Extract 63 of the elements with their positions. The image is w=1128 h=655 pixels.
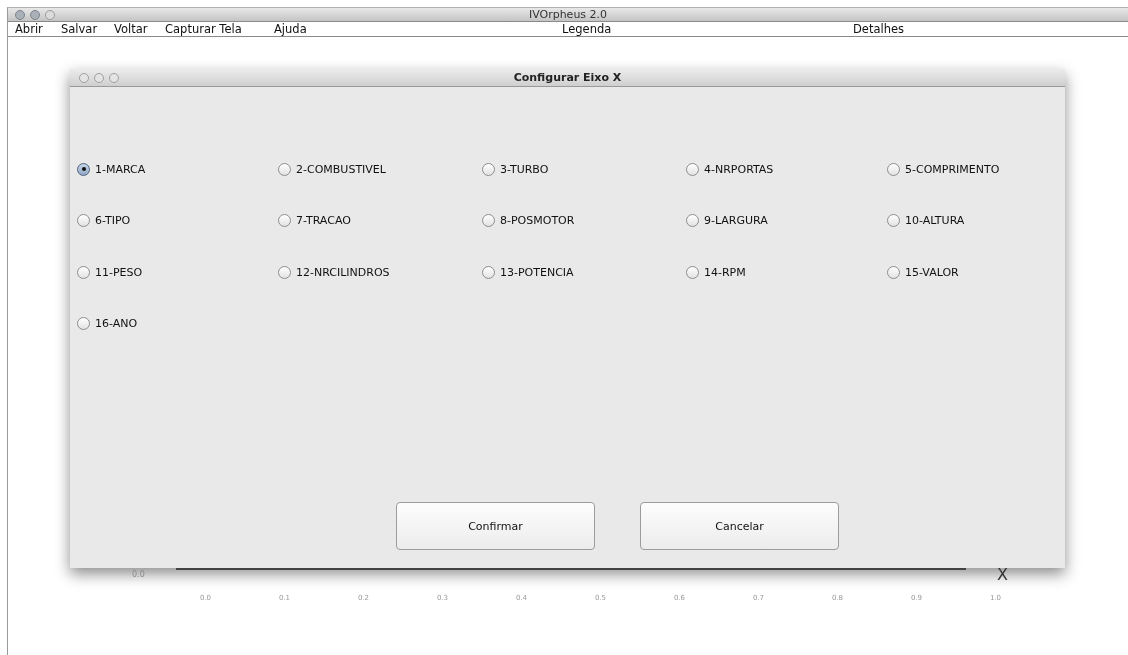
radio-option[interactable]: 13-POTENCIA: [482, 263, 686, 281]
dialog-button[interactable]: Confirmar: [396, 502, 595, 550]
radio-option[interactable]: 8-POSMOTOR: [482, 211, 686, 230]
radio-button[interactable]: [482, 162, 495, 176]
radio-button[interactable]: [686, 265, 699, 279]
radio-option[interactable]: 3-TURBO: [482, 160, 686, 178]
option-label: 13-POTENCIA: [500, 265, 574, 279]
radio-button[interactable]: [482, 265, 495, 279]
menu-item[interactable]: Salvar: [61, 22, 114, 36]
option-label: 1-MARCA: [95, 162, 146, 176]
radio-option[interactable]: 4-NRPORTAS: [686, 160, 887, 178]
window-controls-icon[interactable]: [78, 72, 122, 84]
menu-item[interactable]: Abrir: [15, 22, 61, 36]
option-label: 8-POSMOTOR: [500, 214, 575, 227]
radio-button[interactable]: [77, 162, 90, 176]
menu-item[interactable]: Detalhes: [853, 22, 1128, 36]
radio-button[interactable]: [686, 162, 699, 176]
menu-item[interactable]: Legenda: [562, 22, 853, 36]
radio-option[interactable]: 7-TRACAO: [278, 211, 482, 230]
option-label: 2-COMBUSTIVEL: [296, 162, 386, 176]
axis-tick-label: 0.0: [132, 570, 145, 579]
option-label: 11-PESO: [95, 265, 143, 279]
option-label: 7-TRACAO: [296, 214, 351, 227]
radio-button[interactable]: [278, 265, 291, 279]
option-label: 6-TIPO: [95, 214, 131, 227]
radio-button[interactable]: [77, 214, 90, 227]
radio-button[interactable]: [887, 265, 900, 279]
radio-button[interactable]: [77, 317, 90, 330]
radio-option[interactable]: 14-RPM: [686, 263, 887, 281]
radio-button[interactable]: [278, 214, 291, 227]
window-title: IVOrpheus 2.0: [528, 8, 608, 21]
option-label: 12-NRCILINDROS: [296, 265, 390, 279]
menu-item[interactable]: Capturar Tela: [165, 22, 274, 36]
radio-option[interactable]: 9-LARGURA: [686, 211, 887, 230]
axis-label: X: [997, 565, 1008, 584]
radio-button[interactable]: [77, 265, 90, 279]
option-label: 3-TURBO: [500, 162, 549, 176]
option-label: 10-ALTURA: [905, 214, 965, 227]
radio-button[interactable]: [482, 214, 495, 227]
option-label: 15-VALOR: [905, 265, 959, 279]
window-controls-icon[interactable]: [14, 9, 58, 21]
radio-button[interactable]: [887, 162, 900, 176]
option-label: 4-NRPORTAS: [704, 162, 774, 176]
radio-option[interactable]: 16-ANO: [77, 314, 278, 333]
menu-item[interactable]: Voltar: [114, 22, 165, 36]
radio-option[interactable]: 2-COMBUSTIVEL: [278, 160, 482, 178]
dialog-button[interactable]: Cancelar: [640, 502, 839, 550]
radio-option[interactable]: 11-PESO: [77, 263, 278, 281]
radio-option[interactable]: 10-ALTURA: [887, 211, 1067, 230]
radio-option[interactable]: 1-MARCA: [77, 160, 278, 178]
radio-button[interactable]: [278, 162, 291, 176]
radio-option[interactable]: 5-COMPRIMENTO: [887, 160, 1067, 178]
option-label: 14-RPM: [704, 265, 746, 279]
radio-option[interactable]: 12-NRCILINDROS: [278, 263, 482, 281]
option-label: 9-LARGURA: [704, 214, 768, 227]
option-label: 5-COMPRIMENTO: [905, 162, 1000, 176]
menu-item[interactable]: Ajuda: [274, 22, 562, 36]
radio-button[interactable]: [686, 214, 699, 227]
radio-option[interactable]: 6-TIPO: [77, 211, 278, 230]
option-label: 16-ANO: [95, 317, 138, 330]
radio-option[interactable]: 15-VALOR: [887, 263, 1067, 281]
dialog-title: Configurar Eixo X: [513, 71, 622, 84]
radio-button[interactable]: [887, 214, 900, 227]
